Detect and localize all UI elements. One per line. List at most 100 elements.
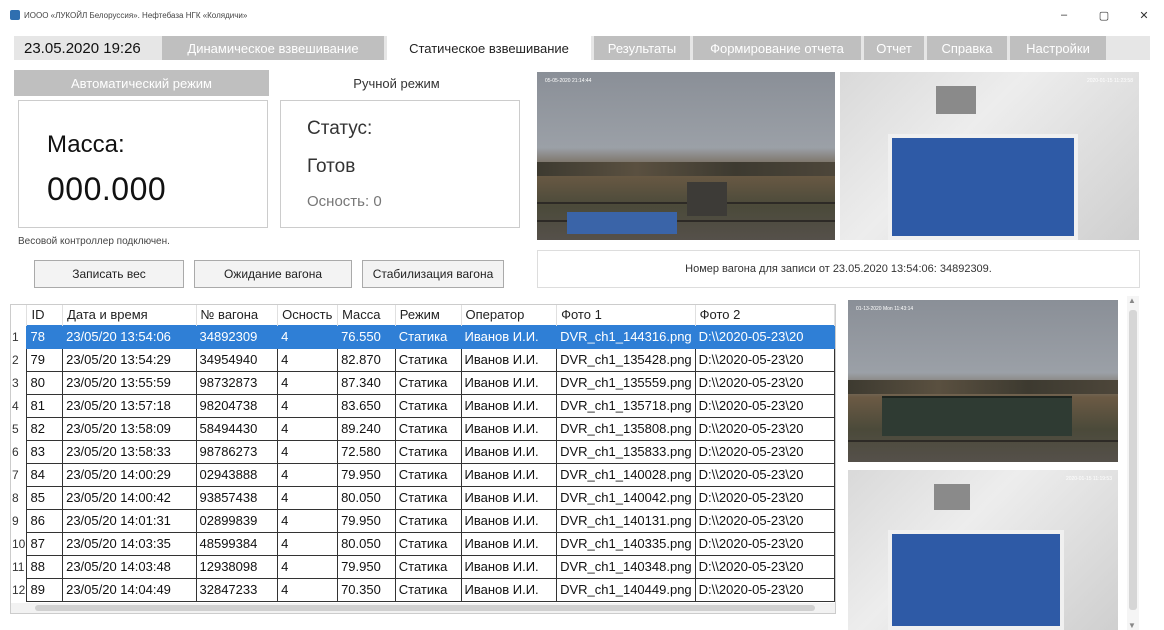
table-cell[interactable]: Иванов И.И. [460,577,558,602]
table-cell[interactable]: 4 [277,554,339,579]
table-cell[interactable]: Иванов И.И. [460,324,558,349]
table-cell[interactable]: DVR_ch1_140131.png [556,508,696,533]
table-cell[interactable]: D:\\2020-05-23\20 [694,462,835,487]
table-cell[interactable]: D:\\2020-05-23\20 [694,370,835,395]
table-cell[interactable]: 85 [26,485,64,510]
table-cell[interactable]: 86 [26,508,64,533]
table-cell[interactable]: 23/05/20 13:58:33 [62,439,197,464]
table-cell[interactable]: 23/05/20 13:54:06 [62,324,197,349]
table-cell[interactable]: 82 [26,416,64,441]
chevron-up-icon[interactable]: ▲ [1128,296,1136,305]
table-cell[interactable]: 4 [277,508,339,533]
tab-settings[interactable]: Настройки [1010,36,1106,60]
tab-dynamic-weighing[interactable]: Динамическое взвешивание [162,36,384,60]
table-cell[interactable]: DVR_ch1_135428.png [556,347,696,372]
table-cell[interactable]: 4 [277,370,339,395]
table-cell[interactable]: 4 [277,531,339,556]
table-cell[interactable]: 4 [277,485,339,510]
table-cell[interactable]: Статика [394,324,462,349]
table-cell[interactable]: D:\\2020-05-23\20 [694,485,835,510]
table-cell[interactable]: Иванов И.И. [460,416,558,441]
tab-auto-mode[interactable]: Автоматический режим [14,70,269,96]
table-cell[interactable]: 87 [26,531,64,556]
table-cell[interactable]: 4 [277,393,339,418]
table-cell[interactable]: 87.340 [337,370,396,395]
column-header[interactable]: Масса [337,305,396,325]
horizontal-scrollbar[interactable] [11,603,835,613]
tab-help[interactable]: Справка [927,36,1007,60]
table-row[interactable]: 7 84 23/05/20 14:00:29 02943888 4 79.950 Стати… [11,462,835,487]
column-header[interactable]: Оператор [461,305,558,325]
table-cell[interactable]: 23/05/20 14:01:31 [62,508,197,533]
table-cell[interactable]: Статика [394,531,462,556]
table-cell[interactable]: 82.870 [337,347,396,372]
table-cell[interactable]: D:\\2020-05-23\20 [694,324,835,349]
table-cell[interactable]: 79 [26,347,64,372]
table-cell[interactable]: Статика [394,347,462,372]
table-cell[interactable]: DVR_ch1_140335.png [556,531,696,556]
tab-report-generation[interactable]: Формирование отчета [693,36,861,60]
table-cell[interactable]: 79.950 [337,554,396,579]
table-cell[interactable]: Статика [394,393,462,418]
table-cell[interactable]: 23/05/20 14:00:29 [62,462,197,487]
maximize-icon[interactable]: ▢ [1084,0,1124,30]
table-row[interactable]: 3 80 23/05/20 13:55:59 98732873 4 87.340 Стати… [11,370,835,395]
table-row[interactable]: 10 87 23/05/20 14:03:35 48599384 4 80.050 Стат… [11,531,835,556]
table-cell[interactable]: DVR_ch1_135559.png [556,370,696,395]
table-cell[interactable]: DVR_ch1_140348.png [556,554,696,579]
table-cell[interactable]: 79.950 [337,508,396,533]
table-cell[interactable]: Иванов И.И. [460,393,558,418]
table-cell[interactable]: Иванов И.И. [460,462,558,487]
scroll-thumb[interactable] [35,605,815,611]
table-cell[interactable]: 23/05/20 14:03:35 [62,531,197,556]
table-row[interactable]: 1 78 23/05/20 13:54:06 34892309 4 76.550 Стати… [11,324,835,349]
table-cell[interactable]: 98204738 [195,393,279,418]
table-cell[interactable]: Статика [394,485,462,510]
table-cell[interactable]: D:\\2020-05-23\20 [694,554,835,579]
table-cell[interactable]: 4 [277,347,339,372]
table-cell[interactable]: Иванов И.И. [460,370,558,395]
table-cell[interactable]: 83.650 [337,393,396,418]
table-cell[interactable]: DVR_ch1_140028.png [556,462,696,487]
table-cell[interactable]: Статика [394,439,462,464]
table-cell[interactable]: Иванов И.И. [460,531,558,556]
table-cell[interactable]: 48599384 [195,531,279,556]
wait-wagon-button[interactable]: Ожидание вагона [194,260,352,288]
table-cell[interactable]: Иванов И.И. [460,347,558,372]
column-header[interactable]: Фото 1 [556,305,696,325]
table-cell[interactable]: 4 [277,416,339,441]
table-cell[interactable]: 4 [277,324,339,349]
table-cell[interactable]: 79.950 [337,462,396,487]
table-cell[interactable]: Статика [394,416,462,441]
table-cell[interactable]: 23/05/20 13:54:29 [62,347,197,372]
vertical-scrollbar[interactable]: ▲ ▼ [1127,296,1139,630]
table-cell[interactable]: 4 [277,439,339,464]
table-cell[interactable]: 81 [26,393,64,418]
column-header[interactable]: Режим [395,305,462,325]
table-cell[interactable]: 88 [26,554,64,579]
table-cell[interactable]: Статика [394,508,462,533]
stabilize-wagon-button[interactable]: Стабилизация вагона [362,260,504,288]
table-cell[interactable]: DVR_ch1_144316.png [556,324,696,349]
table-cell[interactable]: DVR_ch1_135718.png [556,393,696,418]
table-cell[interactable]: 80.050 [337,531,396,556]
table-cell[interactable]: Статика [394,577,462,602]
table-cell[interactable]: DVR_ch1_135808.png [556,416,696,441]
table-cell[interactable]: Статика [394,370,462,395]
record-weight-button[interactable]: Записать вес [34,260,184,288]
table-cell[interactable]: 72.580 [337,439,396,464]
table-cell[interactable]: 83 [26,439,64,464]
table-cell[interactable]: 93857438 [195,485,279,510]
table-cell[interactable]: 84 [26,462,64,487]
table-cell[interactable]: D:\\2020-05-23\20 [694,393,835,418]
column-header[interactable]: ID [26,305,64,325]
tab-results[interactable]: Результаты [594,36,690,60]
table-cell[interactable]: 98732873 [195,370,279,395]
column-header[interactable]: Дата и время [62,305,197,325]
table-cell[interactable]: 23/05/20 14:03:48 [62,554,197,579]
table-cell[interactable]: D:\\2020-05-23\20 [694,416,835,441]
table-cell[interactable]: 23/05/20 13:57:18 [62,393,197,418]
table-cell[interactable]: 89.240 [337,416,396,441]
table-cell[interactable]: Иванов И.И. [460,439,558,464]
table-cell[interactable]: DVR_ch1_140449.png [556,577,696,602]
